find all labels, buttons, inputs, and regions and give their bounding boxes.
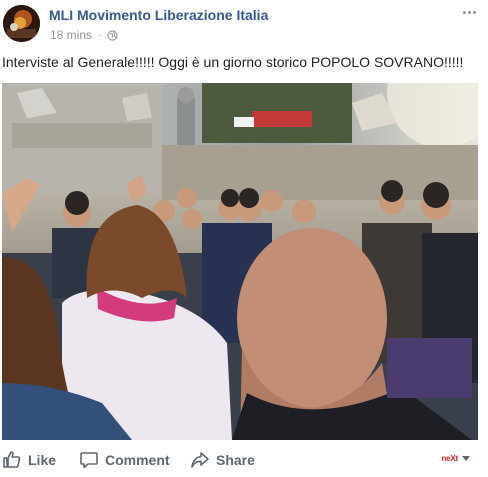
speech-bubble-icon [80, 452, 98, 469]
crowd-photo [2, 83, 478, 440]
share-button[interactable]: Share [190, 450, 255, 470]
like-button[interactable]: Like [2, 450, 56, 470]
next-logo: neXt [441, 454, 458, 463]
audience-selector[interactable]: neXt [441, 454, 470, 463]
meta-separator: · [98, 29, 102, 41]
thumbs-up-icon [3, 451, 21, 468]
post-timestamp[interactable]: 18 mins [50, 28, 92, 42]
post-photo[interactable] [2, 83, 478, 440]
page-name-link[interactable]: MLI Movimento Liberazione Italia [49, 7, 268, 23]
share-label: Share [216, 452, 255, 468]
ellipsis-icon-dot [467, 10, 471, 14]
chevron-down-icon [462, 456, 470, 461]
globe-icon[interactable] [107, 29, 119, 41]
post-actions-bar: Like Comment Share neXt [0, 446, 488, 474]
page-avatar[interactable] [3, 5, 40, 42]
comment-button[interactable]: Comment [79, 450, 170, 470]
ellipsis-icon-dot [472, 10, 476, 14]
comment-label: Comment [105, 452, 170, 468]
facebook-post: MLI Movimento Liberazione Italia 18 mins… [0, 0, 488, 477]
like-label: Like [28, 452, 57, 468]
more-options-button[interactable] [460, 6, 478, 18]
ellipsis-icon-dot [462, 10, 466, 14]
post-meta: 18 mins · [50, 28, 119, 42]
post-text: Interviste al Generale!!!!! Oggi è un gi… [2, 54, 464, 70]
share-arrow-icon [191, 452, 209, 468]
